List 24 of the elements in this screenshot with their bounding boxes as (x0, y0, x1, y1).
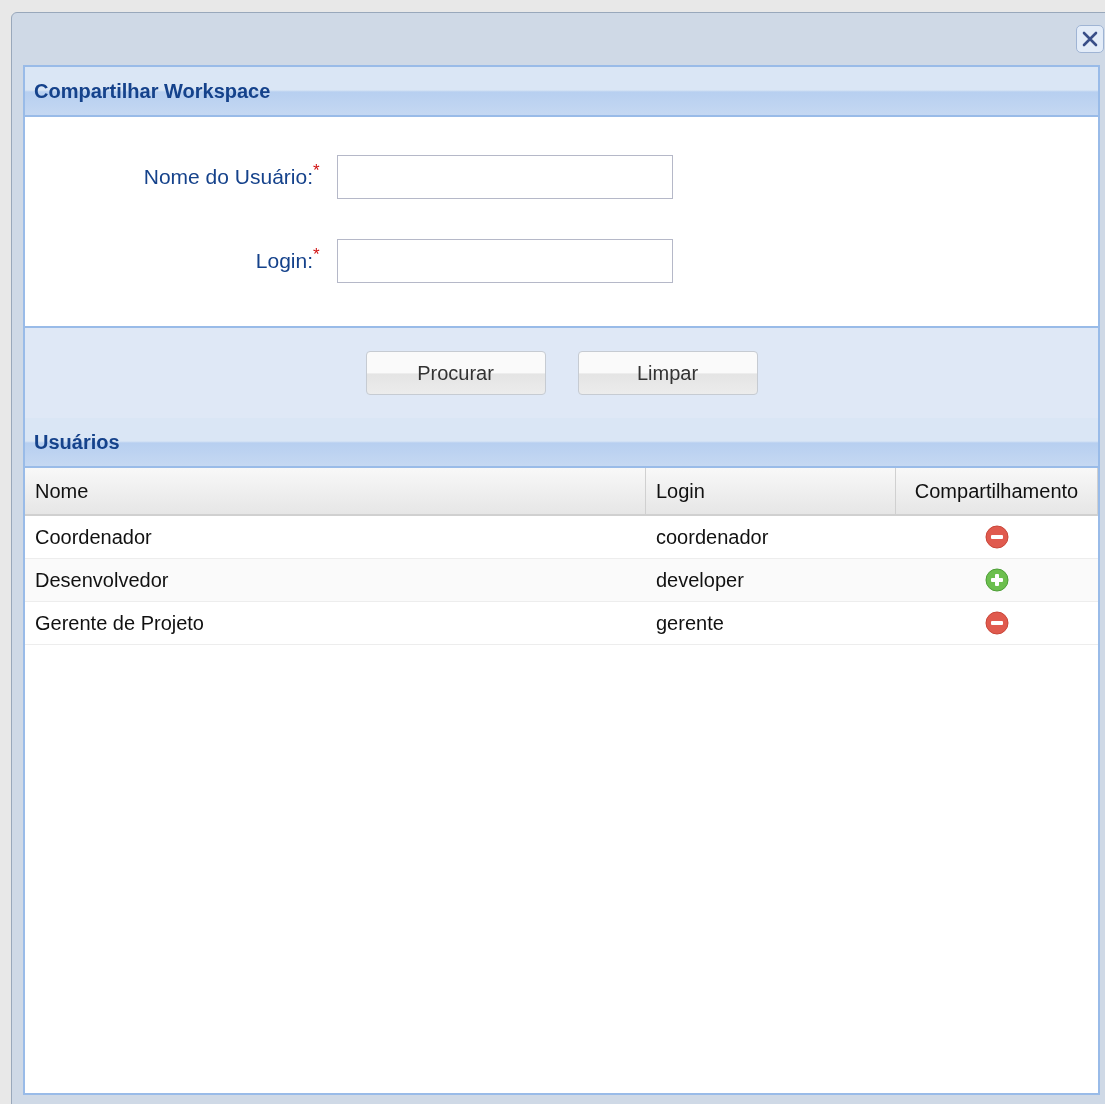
add-icon[interactable] (985, 568, 1009, 592)
table-cell-text: gerente (655, 610, 725, 636)
table-cell-text: Desenvolvedor (34, 567, 170, 593)
panel-title: Usuários (34, 430, 120, 454)
table-cell-text: Coordenador (34, 524, 153, 550)
close-icon (1081, 30, 1099, 48)
required-mark: * (313, 245, 321, 265)
column-header[interactable]: Login (646, 468, 896, 514)
table-cell-text: developer (655, 567, 745, 593)
panel-title: Compartilhar Workspace (34, 79, 271, 103)
remove-icon[interactable] (985, 611, 1009, 635)
field-label: Login: (254, 249, 313, 273)
remove-icon[interactable] (985, 525, 1009, 549)
action-button[interactable]: Limpar (577, 351, 758, 395)
required-mark: * (313, 161, 321, 181)
close-button[interactable] (1076, 25, 1104, 53)
table-cell-text: coordenador (655, 524, 770, 550)
input-field[interactable] (337, 239, 673, 283)
column-header[interactable]: Nome (25, 468, 646, 514)
table-cell-text: Gerente de Projeto (34, 610, 205, 636)
input-field[interactable] (337, 155, 673, 199)
column-header[interactable]: Compartilhamento (896, 468, 1098, 514)
action-button[interactable]: Procurar (365, 351, 546, 395)
field-label: Nome do Usuário: (142, 165, 313, 189)
